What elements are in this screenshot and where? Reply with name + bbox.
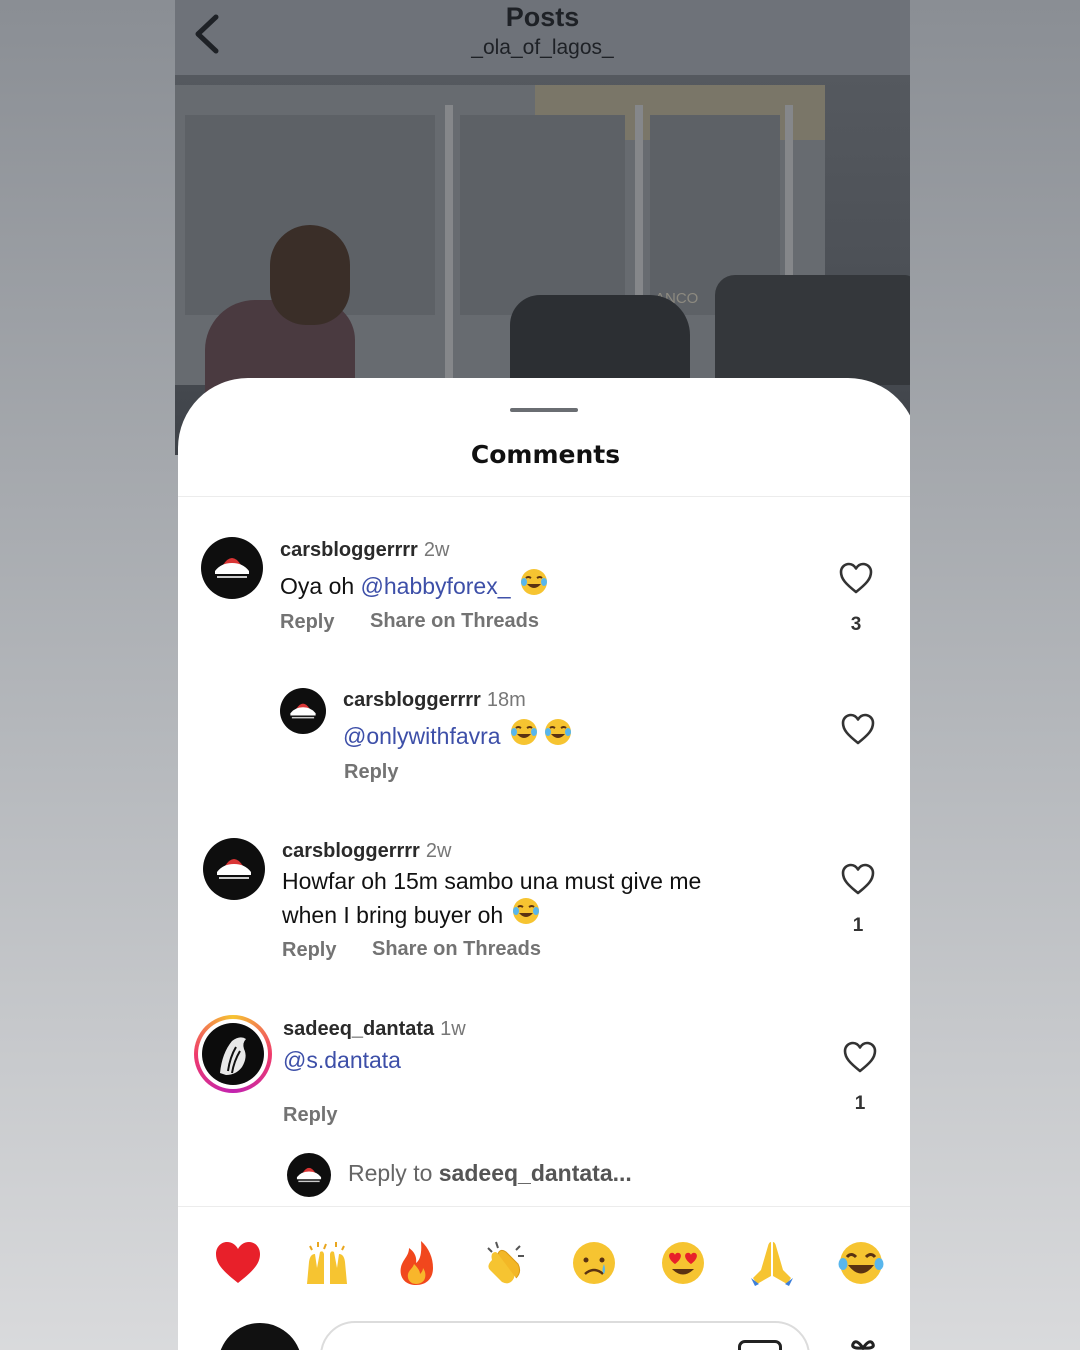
reaction-heart-eyes[interactable]	[658, 1238, 708, 1288]
heart-eyes-icon	[662, 1242, 704, 1284]
comment-mention[interactable]: @onlywithfavra	[343, 723, 501, 749]
reply-button[interactable]: Reply	[344, 761, 398, 784]
heart-outline-icon	[839, 562, 873, 594]
comments-sheet: Comments carsbloggerrrr 2w Oya oh @habbyf…	[178, 378, 910, 1350]
reply-button[interactable]: Reply	[283, 1104, 337, 1127]
comment-text-prefix: Oya oh	[280, 573, 361, 599]
raising-hands-icon	[307, 1242, 347, 1284]
reply-button[interactable]: Reply	[282, 939, 336, 962]
comment-text: @onlywithfavra	[343, 717, 573, 754]
page-subtitle: _ola_of_lagos_	[471, 36, 614, 59]
heart-outline-icon	[843, 1041, 877, 1073]
comment-mention[interactable]: @habbyforex_	[361, 573, 511, 599]
comment-text-line: when I bring buyer oh	[282, 902, 504, 928]
comment-username[interactable]: carsbloggerrrr	[343, 689, 481, 711]
laughing-tears-icon	[543, 717, 573, 754]
laughing-tears-icon	[509, 717, 539, 754]
like-button[interactable]	[842, 1040, 878, 1074]
sheet-drag-handle[interactable]	[510, 408, 578, 412]
heart-outline-icon	[841, 713, 875, 745]
gift-icon[interactable]	[846, 1338, 880, 1350]
like-button[interactable]	[840, 862, 876, 896]
avatar[interactable]	[201, 537, 263, 599]
clapping-hands-icon	[487, 1241, 524, 1284]
like-count: 1	[854, 1093, 866, 1114]
folded-hands-icon	[751, 1242, 793, 1286]
comment-time: 1w	[440, 1018, 466, 1040]
laughing-tears-icon	[511, 896, 541, 933]
comment-time: 18m	[486, 689, 526, 711]
reaction-clapping-hands[interactable]	[480, 1238, 530, 1288]
my-avatar	[287, 1153, 331, 1197]
comment-username[interactable]: carsbloggerrrr	[280, 539, 418, 561]
divider	[178, 1206, 910, 1207]
reply-prompt-user: sadeeq_dantata...	[438, 1160, 632, 1186]
heart-outline-icon	[841, 863, 875, 895]
reaction-raising-hands[interactable]	[302, 1238, 352, 1288]
share-on-threads-button[interactable]: Share on Threads	[372, 938, 541, 961]
like-button[interactable]	[840, 712, 876, 746]
reaction-red-heart[interactable]	[213, 1238, 263, 1288]
reaction-laughing-tears[interactable]	[836, 1238, 886, 1288]
crying-face-icon	[573, 1242, 615, 1284]
car-logo-icon	[296, 1167, 322, 1183]
fire-icon	[400, 1241, 433, 1285]
horse-logo-icon	[220, 1037, 246, 1075]
reply-button[interactable]: Reply	[280, 611, 334, 634]
avatar[interactable]	[280, 688, 326, 734]
avatar[interactable]	[203, 838, 265, 900]
comment-text-line: Howfar oh 15m sambo una must give me	[282, 868, 702, 894]
laughing-tears-icon	[519, 567, 549, 604]
reaction-folded-hands[interactable]	[747, 1238, 797, 1288]
comment-text: Howfar oh 15m sambo una must give me whe…	[282, 867, 701, 933]
reaction-fire[interactable]	[391, 1238, 441, 1288]
laughing-tears-icon	[838, 1242, 884, 1284]
red-heart-icon	[216, 1242, 260, 1283]
comment-text: Oya oh @habbyforex_	[280, 567, 549, 604]
composer-avatar	[218, 1323, 302, 1350]
reply-prompt-prefix: Reply to	[348, 1160, 439, 1186]
top-bar: Posts _ola_of_lagos_	[175, 0, 910, 75]
phone-screen: Posts _ola_of_lagos_ ANCO Comments carsb…	[175, 0, 910, 1350]
comment-mention[interactable]: @s.dantata	[283, 1047, 401, 1073]
comment-time: 2w	[423, 539, 450, 561]
comment-username[interactable]: carsbloggerrrr	[282, 840, 420, 862]
avatar-with-story-ring[interactable]	[194, 1015, 272, 1093]
comment-text: @s.dantata	[283, 1046, 401, 1075]
comment-time: 2w	[425, 840, 452, 862]
divider	[178, 496, 910, 497]
reply-prompt-text: Reply to sadeeq_dantata...	[348, 1160, 632, 1187]
share-on-threads-button[interactable]: Share on Threads	[370, 610, 539, 633]
reaction-crying-face[interactable]	[569, 1238, 619, 1288]
like-count: 1	[852, 915, 864, 936]
page-title: Posts	[505, 2, 580, 32]
car-logo-icon	[290, 703, 316, 719]
car-logo-icon	[215, 558, 249, 578]
like-button[interactable]	[838, 561, 874, 595]
like-count: 3	[850, 614, 862, 635]
car-logo-icon	[217, 859, 251, 879]
comment-username[interactable]: sadeeq_dantata	[283, 1018, 434, 1040]
gif-icon[interactable]	[738, 1340, 782, 1350]
comment-input[interactable]	[320, 1321, 810, 1350]
sheet-title: Comments	[470, 440, 621, 469]
